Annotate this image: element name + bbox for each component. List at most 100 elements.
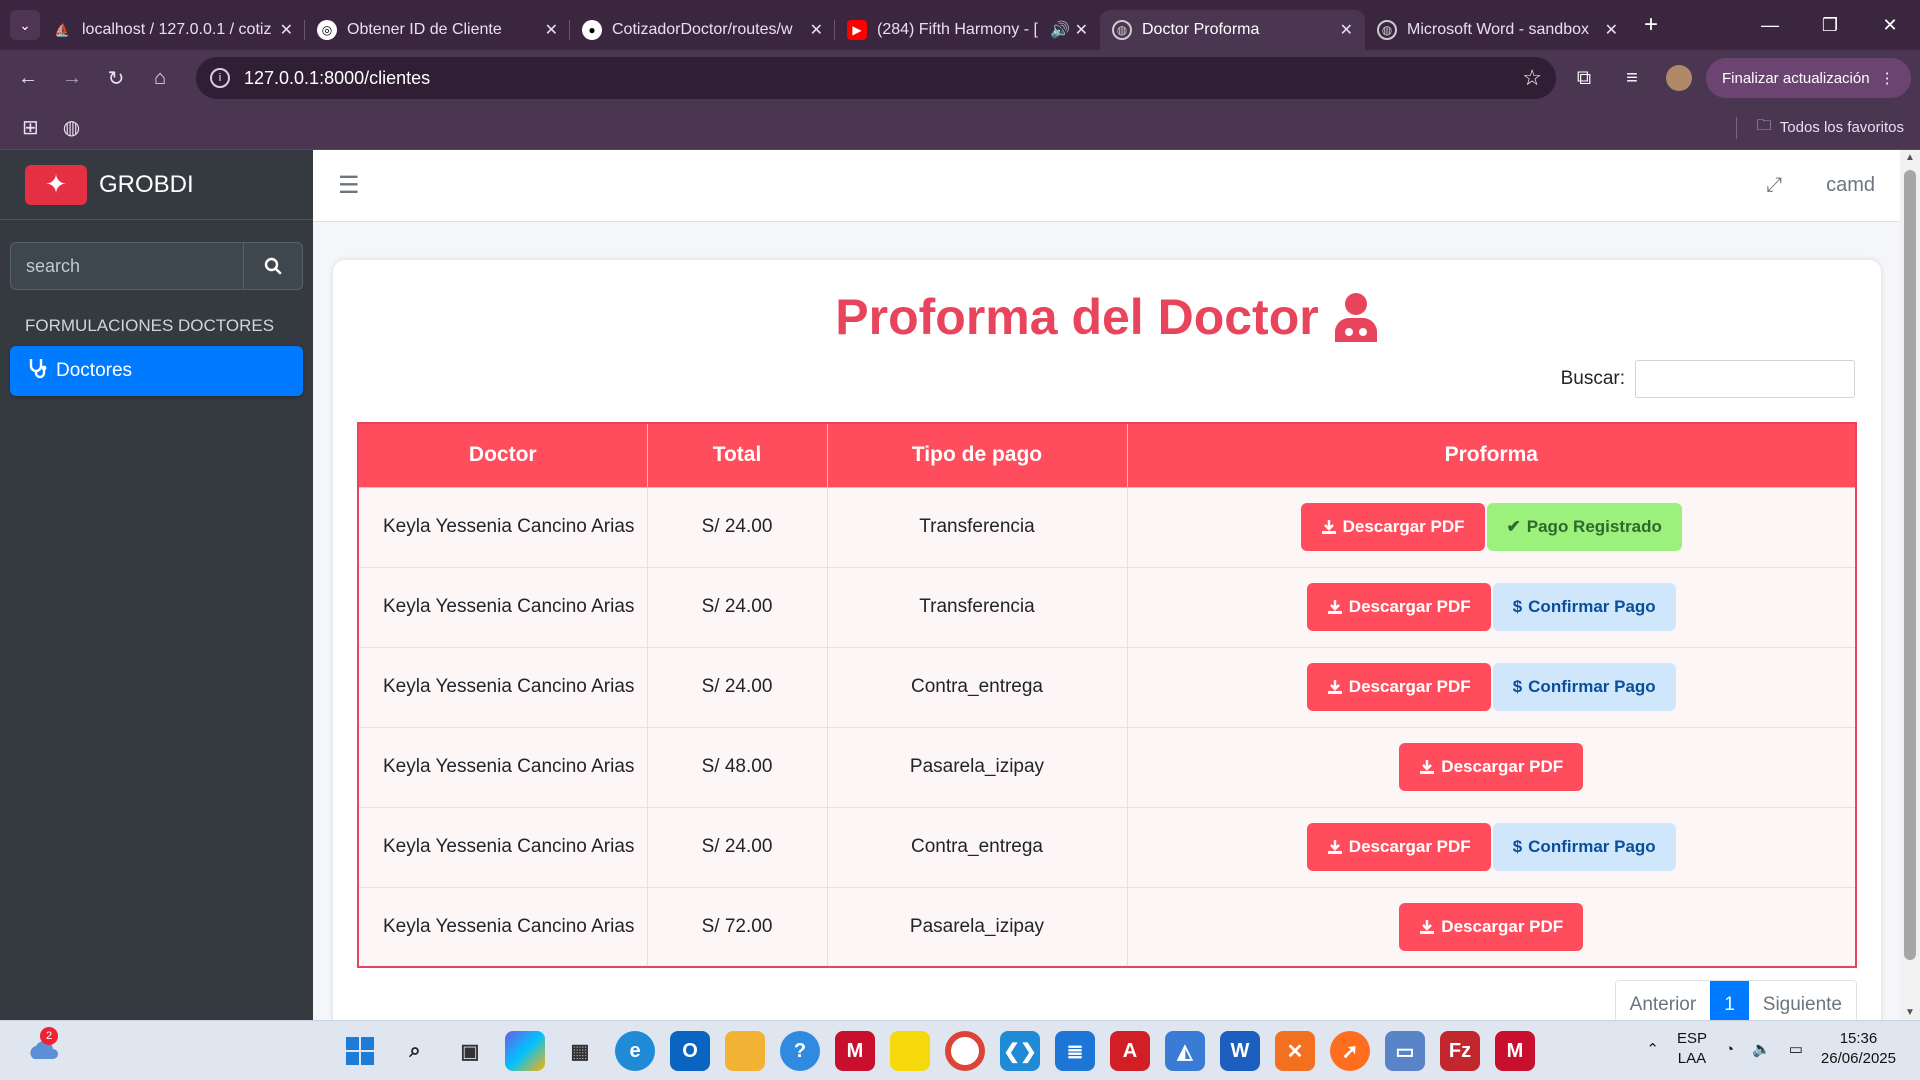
download-icon: [1420, 760, 1435, 774]
apps-grid-icon[interactable]: ⊞: [22, 115, 39, 140]
volume-icon[interactable]: 🔈: [1752, 1040, 1771, 1058]
search-icon[interactable]: [243, 242, 303, 290]
search-icon[interactable]: ⌕: [395, 1031, 435, 1071]
scroll-down-icon[interactable]: ▼: [1900, 1007, 1920, 1018]
close-tab-icon[interactable]: ✕: [810, 20, 823, 40]
close-tab-icon[interactable]: ✕: [1605, 20, 1618, 40]
total-cell: S/ 24.00: [646, 646, 828, 728]
chrome-icon[interactable]: [945, 1031, 985, 1071]
profile-avatar[interactable]: [1666, 65, 1692, 91]
site-info-icon[interactable]: i: [210, 68, 230, 88]
minimize-icon[interactable]: —: [1740, 15, 1800, 36]
column-header[interactable]: Doctor: [357, 422, 648, 488]
table-row: Keyla Yessenia Cancino Arias S/ 48.00 Pa…: [357, 726, 1857, 808]
sidebar-item-doctores[interactable]: Doctores: [10, 346, 303, 396]
user-menu[interactable]: camd: [1826, 174, 1875, 197]
browser-tab[interactable]: ◍ Microsoft Word - sandbox ✕: [1365, 10, 1630, 50]
close-tab-icon[interactable]: ✕: [1340, 20, 1353, 40]
download-pdf-button[interactable]: Descargar PDF: [1399, 743, 1584, 791]
total-cell: S/ 24.00: [646, 806, 828, 888]
vscode-icon[interactable]: ❮❯: [1000, 1031, 1040, 1071]
browser-tab[interactable]: ◎ Obtener ID de Cliente ✕: [305, 10, 570, 50]
close-window-icon[interactable]: ✕: [1860, 15, 1920, 36]
scrollbar-thumb[interactable]: [1904, 170, 1916, 960]
file-explorer-icon[interactable]: [725, 1031, 765, 1071]
photos-icon[interactable]: ◭: [1165, 1031, 1205, 1071]
page-number-button[interactable]: 1: [1710, 981, 1749, 1020]
prev-page-button[interactable]: Anterior: [1615, 981, 1711, 1020]
button-label: Descargar PDF: [1441, 757, 1564, 776]
close-tab-icon[interactable]: ✕: [280, 20, 293, 40]
store-icon[interactable]: ▦: [560, 1031, 600, 1071]
browser-tab-active[interactable]: ◍ Doctor Proforma ✕: [1100, 10, 1365, 50]
confirm-payment-button[interactable]: $ Confirmar Pago: [1492, 583, 1676, 631]
scroll-up-icon[interactable]: ▲: [1900, 152, 1920, 163]
clock[interactable]: 15:36 26/06/2025: [1821, 1029, 1896, 1069]
forward-icon[interactable]: →: [50, 67, 94, 90]
bookmarks-bar: ⊞ ◍ 🗀 Todos los favoritos: [0, 106, 1920, 150]
mcafee-icon[interactable]: M: [835, 1031, 875, 1071]
update-button[interactable]: Finalizar actualización ⋮: [1706, 58, 1911, 98]
payment-type-cell: Transferencia: [826, 486, 1128, 568]
column-header[interactable]: Tipo de pago: [826, 422, 1128, 488]
battery-icon[interactable]: ▭: [1789, 1040, 1803, 1058]
new-tab-icon[interactable]: +: [1644, 11, 1658, 39]
download-pdf-button[interactable]: Descargar PDF: [1306, 823, 1491, 871]
task-view-icon[interactable]: ▣: [450, 1031, 490, 1071]
restore-icon[interactable]: ❐: [1800, 15, 1860, 36]
edge-icon[interactable]: e: [615, 1031, 655, 1071]
download-pdf-button[interactable]: Descargar PDF: [1300, 503, 1485, 551]
close-tab-icon[interactable]: ✕: [545, 20, 558, 40]
xampp-icon[interactable]: ✕: [1275, 1031, 1315, 1071]
page-scrollbar[interactable]: ▲ ▼: [1900, 150, 1920, 1020]
bookmark-star-icon[interactable]: ☆: [1522, 65, 1542, 91]
tab-label: (284) Fifth Harmony - [: [877, 21, 1038, 38]
mcafee-icon[interactable]: M: [1495, 1031, 1535, 1071]
download-pdf-button[interactable]: Descargar PDF: [1399, 902, 1584, 951]
url-bar[interactable]: i 127.0.0.1:8000/clientes ☆: [196, 57, 1556, 99]
filezilla-icon[interactable]: Fz: [1440, 1031, 1480, 1071]
start-icon[interactable]: [340, 1031, 380, 1071]
column-header[interactable]: Proforma: [1126, 422, 1857, 488]
download-pdf-button[interactable]: Descargar PDF: [1306, 583, 1491, 631]
sticky-notes-icon[interactable]: [890, 1031, 930, 1071]
confirm-payment-button[interactable]: $ Confirmar Pago: [1492, 663, 1676, 711]
next-page-button[interactable]: Siguiente: [1748, 981, 1856, 1020]
postman-icon[interactable]: ➚: [1330, 1031, 1370, 1071]
fullscreen-icon[interactable]: ⤢: [1766, 174, 1782, 197]
brand[interactable]: ✦ GROBDI: [0, 150, 313, 220]
table-search-input[interactable]: [1635, 360, 1855, 398]
back-icon[interactable]: ←: [6, 67, 50, 90]
column-header[interactable]: Total: [646, 422, 828, 488]
help-icon[interactable]: ?: [780, 1031, 820, 1071]
browser-tab[interactable]: ⛵ localhost / 127.0.0.1 / cotiz ✕: [40, 10, 305, 50]
extensions-icon[interactable]: ⧉: [1556, 67, 1612, 90]
phpmyadmin-icon: ⛵: [54, 23, 70, 37]
menu-toggle-icon[interactable]: ☰: [338, 171, 360, 200]
globe-icon[interactable]: ◍: [63, 115, 80, 140]
copilot-icon[interactable]: [505, 1031, 545, 1071]
home-icon[interactable]: ⌂: [138, 67, 182, 90]
tab-search-button[interactable]: ⌄: [10, 10, 40, 40]
remote-desktop-icon[interactable]: ▭: [1385, 1031, 1425, 1071]
url-text[interactable]: 127.0.0.1:8000/clientes: [244, 68, 1522, 89]
sidebar-search-input[interactable]: search: [10, 242, 243, 290]
acrobat-icon[interactable]: A: [1110, 1031, 1150, 1071]
audio-icon[interactable]: 🔊 ✕: [1050, 20, 1088, 40]
download-pdf-button[interactable]: Descargar PDF: [1306, 663, 1491, 711]
browser-tab-strip: ⌄ ⛵ localhost / 127.0.0.1 / cotiz ✕ ◎ Ob…: [0, 0, 1920, 50]
wifi-icon[interactable]: ◔: [1725, 1041, 1734, 1058]
outlook-icon[interactable]: O: [670, 1031, 710, 1071]
browser-tab[interactable]: ● CotizadorDoctor/routes/w ✕: [570, 10, 835, 50]
proforma-actions-cell: Descargar PDF $ Confirmar Pago: [1126, 806, 1857, 888]
all-bookmarks-link[interactable]: Todos los favoritos: [1780, 119, 1904, 136]
media-queue-icon[interactable]: ≡: [1612, 67, 1652, 90]
notepad-icon[interactable]: ≣: [1055, 1031, 1095, 1071]
payment-registered-button[interactable]: ✔ Pago Registrado: [1486, 503, 1682, 551]
word-icon[interactable]: W: [1220, 1031, 1260, 1071]
browser-tab[interactable]: ▶ (284) Fifth Harmony - [ 🔊 ✕: [835, 10, 1100, 50]
confirm-payment-button[interactable]: $ Confirmar Pago: [1492, 823, 1676, 871]
language-indicator[interactable]: ESP LAA: [1677, 1029, 1707, 1069]
reload-icon[interactable]: ↻: [94, 66, 138, 91]
chevron-up-icon[interactable]: ⌃: [1646, 1040, 1659, 1058]
